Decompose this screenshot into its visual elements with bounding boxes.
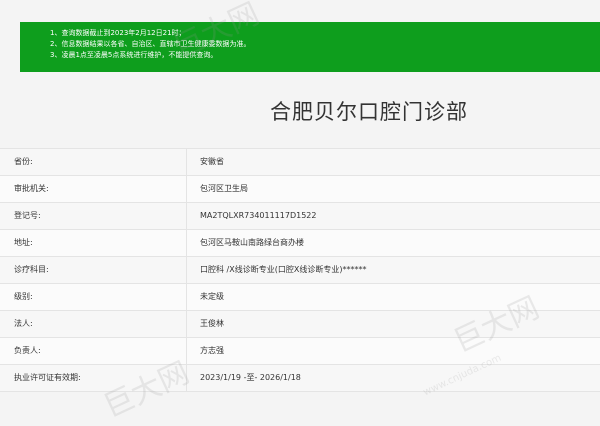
- table-row: 审批机关: 包河区卫生局: [0, 176, 600, 203]
- column-divider: [186, 338, 187, 364]
- table-row: 级别: 未定级: [0, 284, 600, 311]
- table-row: 执业许可证有效期: 2023/1/19 -至- 2026/1/18: [0, 365, 600, 392]
- row-label: 诊疗科目:: [14, 265, 49, 274]
- table-row: 诊疗科目: 口腔科 /X线诊断专业(口腔X线诊断专业)******: [0, 257, 600, 284]
- row-label: 负责人:: [14, 346, 41, 355]
- row-label: 级别:: [14, 292, 33, 301]
- info-table: 省份: 安徽省 审批机关: 包河区卫生局 登记号: MA2TQLXR734011…: [0, 148, 600, 392]
- notice-line: 3、凌晨1点至凌晨5点系统进行维护，不能提供查询。: [50, 51, 218, 59]
- column-divider: [186, 230, 187, 256]
- row-label: 执业许可证有效期:: [14, 373, 81, 382]
- row-value: 王俊林: [200, 319, 224, 328]
- table-row: 省份: 安徽省: [0, 149, 600, 176]
- table-row: 法人: 王俊林: [0, 311, 600, 338]
- row-label: 地址:: [14, 238, 33, 247]
- table-row: 地址: 包河区马鞍山南路绿台商办楼: [0, 230, 600, 257]
- row-value: 安徽省: [200, 157, 224, 166]
- column-divider: [186, 311, 187, 337]
- row-value: MA2TQLXR734011117D1522: [200, 211, 317, 220]
- notice-line: 2、信息数据结果以各省、自治区、直辖市卫生健康委数据为准。: [50, 40, 251, 48]
- column-divider: [186, 284, 187, 310]
- row-label: 法人:: [14, 319, 33, 328]
- row-value: 2023/1/19 -至- 2026/1/18: [200, 373, 301, 382]
- column-divider: [186, 203, 187, 229]
- notice-line: 1、查询数据截止到2023年2月12日21时；: [50, 29, 186, 37]
- table-row: 登记号: MA2TQLXR734011117D1522: [0, 203, 600, 230]
- page-title: 合肥贝尔口腔门诊部: [270, 100, 468, 124]
- row-value: 方志强: [200, 346, 224, 355]
- row-label: 审批机关:: [14, 184, 49, 193]
- row-value: 未定级: [200, 292, 224, 301]
- row-value: 包河区马鞍山南路绿台商办楼: [200, 238, 304, 247]
- column-divider: [186, 176, 187, 202]
- column-divider: [186, 365, 187, 391]
- notice-banner: 1、查询数据截止到2023年2月12日21时； 2、信息数据结果以各省、自治区、…: [20, 22, 600, 72]
- column-divider: [186, 149, 187, 175]
- row-label: 省份:: [14, 157, 33, 166]
- row-value: 口腔科 /X线诊断专业(口腔X线诊断专业)******: [200, 265, 367, 274]
- row-label: 登记号:: [14, 211, 41, 220]
- column-divider: [186, 257, 187, 283]
- table-row: 负责人: 方志强: [0, 338, 600, 365]
- row-value: 包河区卫生局: [200, 184, 248, 193]
